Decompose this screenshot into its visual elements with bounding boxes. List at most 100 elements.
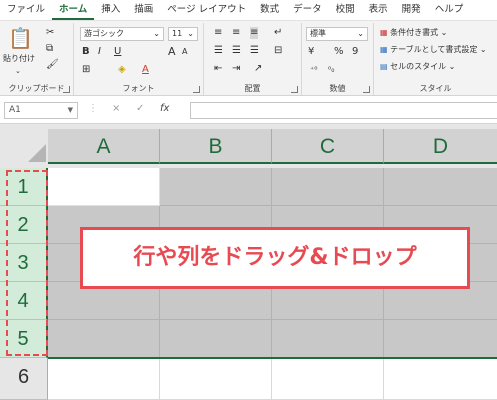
cell-styles-icon: ▤ [380,62,388,71]
conditional-formatting-button[interactable]: ▦ 条件付き書式 ⌄ [380,27,447,38]
decrease-decimal-icon[interactable]: ⁰₀ [328,64,334,76]
number-launcher-icon[interactable] [363,86,370,93]
cell-a6[interactable] [48,358,160,400]
shrink-font-button[interactable]: A [182,46,187,58]
tab-developer[interactable]: 開発 [395,0,428,20]
insert-function-button[interactable]: fx [160,103,169,114]
tab-home[interactable]: ホーム [52,0,95,20]
enter-icon[interactable]: ✓ [136,103,144,114]
cell-b6[interactable] [160,358,272,400]
orientation-icon[interactable]: ↗ [254,63,262,75]
tab-formulas[interactable]: 数式 [253,0,286,20]
border-icon[interactable]: ⊞ [82,64,90,76]
vertical-dots-icon: ⋮ [88,103,98,114]
formula-bar: A1 ▼ ⋮ × ✓ fx [0,96,497,124]
tab-insert[interactable]: 挿入 [94,0,127,20]
cell-styles-label: セルのスタイル [390,62,447,71]
callout-box: 行や列をドラッグ&ドロップ [80,227,470,289]
tab-help[interactable]: ヘルプ [428,0,471,20]
tab-review[interactable]: 校閲 [329,0,362,20]
cell-c5[interactable] [272,320,384,358]
tab-view[interactable]: 表示 [362,0,395,20]
font-group: 游ゴシック ⌄ 11 ⌄ B I U A A ⊞ ◈ A フォント [74,23,204,95]
number-format-select[interactable]: 標準 ⌄ [306,27,368,41]
cell-d5[interactable] [384,320,497,358]
cell-d6[interactable] [384,358,497,400]
format-as-table-button[interactable]: ▦ テーブルとして書式設定 ⌄ [380,44,487,55]
font-color-icon[interactable]: A [142,64,149,76]
row-header-6[interactable]: 6 [0,358,48,400]
styles-group-label: スタイル [419,84,452,93]
underline-button[interactable]: U [114,46,121,58]
merge-center-icon[interactable]: ⊟ [274,45,282,57]
select-all-corner[interactable] [0,129,48,164]
chevron-down-icon: ⌄ [357,29,364,38]
cut-icon[interactable]: ✂ [46,27,54,39]
align-top-icon[interactable]: ≡ [214,27,222,39]
increase-decimal-icon[interactable]: ⁺⁰ [310,64,317,76]
tab-draw[interactable]: 描画 [127,0,160,20]
font-family-value: 游ゴシック [84,29,124,38]
conditional-formatting-label: 条件付き書式 [390,28,439,37]
chevron-down-icon: ⌄ [187,29,194,38]
name-box[interactable]: A1 ▼ [4,102,78,119]
cell-a5[interactable] [48,320,160,358]
currency-icon[interactable]: ¥ [308,46,314,58]
formula-input[interactable] [190,102,497,119]
comma-button[interactable]: 9 [352,46,358,58]
number-format-value: 標準 [310,29,326,38]
bold-button[interactable]: B [82,46,90,58]
clipboard-launcher-icon[interactable] [63,86,70,93]
italic-button[interactable]: I [98,46,101,58]
tab-page-layout[interactable]: ページ レイアウト [160,0,253,20]
cell-b1[interactable] [160,168,272,206]
font-launcher-icon[interactable] [193,86,200,93]
percent-button[interactable]: % [334,46,344,58]
conditional-formatting-icon: ▦ [380,28,388,37]
align-middle-icon[interactable]: ≡ [232,27,240,39]
copy-icon[interactable]: ⧉ [46,43,53,55]
font-size-select[interactable]: 11 ⌄ [168,27,198,41]
format-as-table-icon: ▦ [380,45,388,54]
alignment-launcher-icon[interactable] [291,86,298,93]
align-bottom-icon[interactable]: ≡ [250,27,259,39]
tab-data[interactable]: データ [286,0,329,20]
font-family-select[interactable]: 游ゴシック ⌄ [80,27,164,41]
paste-dropdown-icon[interactable]: ⌄ [15,65,21,77]
chevron-down-icon: ⌄ [153,29,160,38]
number-group: 標準 ⌄ ¥ % 9 ⁺⁰ ⁰₀ 数値 [302,23,374,95]
tab-file[interactable]: ファイル [0,0,52,20]
column-header-d[interactable]: D [384,129,497,164]
decrease-indent-icon[interactable]: ⇤ [214,63,222,75]
cell-styles-button[interactable]: ▤ セルのスタイル ⌄ [380,61,455,72]
fill-color-icon[interactable]: ◈ [118,64,126,76]
font-size-value: 11 [172,29,183,38]
alignment-group-label: 配置 [244,84,261,93]
format-painter-icon[interactable]: 🖌 [46,59,59,71]
cell-b5[interactable] [160,320,272,358]
column-header-a[interactable]: A [48,129,160,164]
column-header-b[interactable]: B [160,129,272,164]
increase-indent-icon[interactable]: ⇥ [232,63,240,75]
name-box-value: A1 [9,105,21,115]
cell-c6[interactable] [272,358,384,400]
ribbon: 📋 貼り付け ⌄ ✂ ⧉ 🖌 クリップボード 游ゴシック ⌄ 11 ⌄ B I … [0,20,497,96]
align-center-icon[interactable]: ☰ [232,45,241,57]
column-header-c[interactable]: C [272,129,384,164]
cell-c1[interactable] [272,168,384,206]
cancel-icon[interactable]: × [112,103,120,114]
font-group-label: フォント [122,84,155,93]
cell-d1[interactable] [384,168,497,206]
clipboard-group: 📋 貼り付け ⌄ ✂ ⧉ 🖌 クリップボード [0,23,74,95]
selection-border-bottom [48,357,497,359]
paste-button[interactable]: 貼り付け [3,53,35,64]
format-as-table-label: テーブルとして書式設定 [390,45,478,54]
wrap-text-icon[interactable]: ↵ [274,27,282,39]
grow-font-button[interactable]: A [168,46,176,58]
ribbon-tabs: ファイル ホーム 挿入 描画 ページ レイアウト 数式 データ 校閲 表示 開発… [0,0,497,20]
align-left-icon[interactable]: ☰ [214,45,223,57]
cell-a1[interactable] [48,168,160,206]
alignment-group: ≡ ≡ ≡ ↵ ☰ ☰ ☰ ⊟ ⇤ ⇥ ↗ 配置 [204,23,302,95]
align-right-icon[interactable]: ☰ [250,45,259,57]
paste-icon[interactable]: 📋 [8,27,33,49]
